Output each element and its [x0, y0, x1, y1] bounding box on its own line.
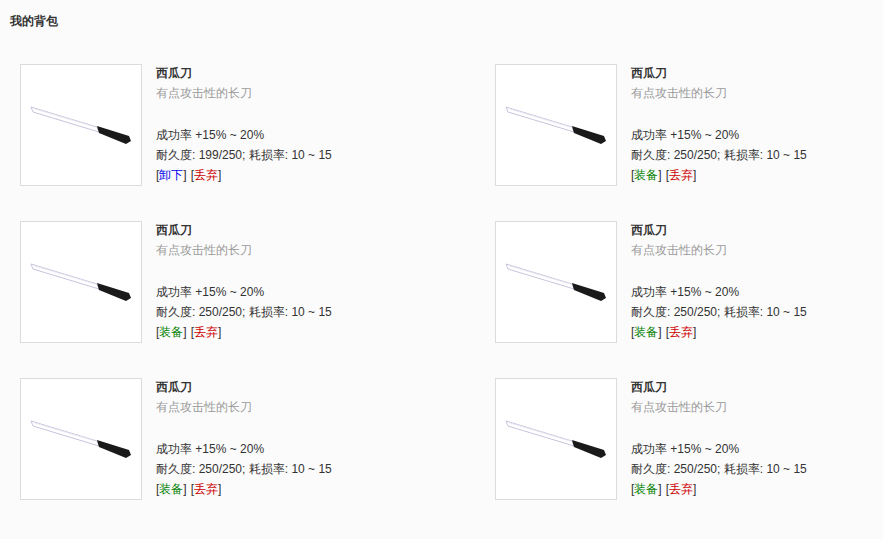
action-link[interactable]: [丢弃]	[191, 165, 222, 185]
item-stats: 成功率 +15% ~ 20%耐久度: 250/250; 耗损率: 10 ~ 15	[631, 282, 807, 322]
item-description: 有点攻击性的长刀	[631, 240, 807, 260]
item-stat: 成功率 +15% ~ 20%	[631, 125, 807, 145]
action-link[interactable]: [装备]	[631, 479, 662, 499]
item-description: 有点攻击性的长刀	[156, 397, 332, 417]
action-link[interactable]: [丢弃]	[191, 479, 222, 499]
action-link[interactable]: [装备]	[156, 322, 187, 342]
item-image	[20, 221, 142, 343]
item-stat: 耐久度: 250/250; 耗损率: 10 ~ 15	[156, 459, 332, 479]
page-title: 我的背包	[10, 13, 873, 29]
item-stat: 成功率 +15% ~ 20%	[631, 282, 807, 302]
item-card: 西瓜刀有点攻击性的长刀成功率 +15% ~ 20%耐久度: 250/250; 耗…	[495, 64, 873, 186]
item-name: 西瓜刀	[156, 220, 332, 240]
item-stats: 成功率 +15% ~ 20%耐久度: 250/250; 耗损率: 10 ~ 15	[631, 125, 807, 165]
item-stats: 成功率 +15% ~ 20%耐久度: 250/250; 耗损率: 10 ~ 15	[156, 439, 332, 479]
item-name: 西瓜刀	[631, 63, 807, 83]
action-link[interactable]: [卸下]	[156, 165, 187, 185]
item-name: 西瓜刀	[631, 220, 807, 240]
item-info: 西瓜刀有点攻击性的长刀成功率 +15% ~ 20%耐久度: 250/250; 耗…	[156, 220, 332, 343]
action-link[interactable]: [丢弃]	[191, 322, 222, 342]
backpack-page: 我的背包西瓜刀有点攻击性的长刀成功率 +15% ~ 20%耐久度: 199/25…	[0, 0, 883, 539]
item-image	[20, 378, 142, 500]
item-stat: 耐久度: 250/250; 耗损率: 10 ~ 15	[631, 145, 807, 165]
item-actions: [装备][丢弃]	[631, 322, 807, 342]
item-image	[495, 221, 617, 343]
action-link[interactable]: [装备]	[631, 322, 662, 342]
item-info: 西瓜刀有点攻击性的长刀成功率 +15% ~ 20%耐久度: 250/250; 耗…	[631, 377, 807, 500]
item-stat: 耐久度: 250/250; 耗损率: 10 ~ 15	[631, 459, 807, 479]
item-actions: [装备][丢弃]	[631, 165, 807, 185]
knife-icon	[21, 65, 141, 185]
item-image	[495, 64, 617, 186]
knife-icon	[21, 222, 141, 342]
item-info: 西瓜刀有点攻击性的长刀成功率 +15% ~ 20%耐久度: 250/250; 耗…	[631, 220, 807, 343]
action-link[interactable]: [装备]	[631, 165, 662, 185]
item-description: 有点攻击性的长刀	[156, 240, 332, 260]
item-stat: 成功率 +15% ~ 20%	[631, 439, 807, 459]
knife-icon	[496, 65, 616, 185]
item-card: 西瓜刀有点攻击性的长刀成功率 +15% ~ 20%耐久度: 250/250; 耗…	[495, 378, 873, 500]
item-stat: 耐久度: 250/250; 耗损率: 10 ~ 15	[631, 302, 807, 322]
item-card: 西瓜刀有点攻击性的长刀成功率 +15% ~ 20%耐久度: 250/250; 耗…	[20, 378, 495, 500]
item-card: 西瓜刀有点攻击性的长刀成功率 +15% ~ 20%耐久度: 199/250; 耗…	[20, 64, 495, 186]
action-link[interactable]: [丢弃]	[666, 165, 697, 185]
item-description: 有点攻击性的长刀	[156, 83, 332, 103]
item-info: 西瓜刀有点攻击性的长刀成功率 +15% ~ 20%耐久度: 250/250; 耗…	[631, 63, 807, 186]
item-card: 西瓜刀有点攻击性的长刀成功率 +15% ~ 20%耐久度: 250/250; 耗…	[495, 221, 873, 343]
item-actions: [装备][丢弃]	[156, 322, 332, 342]
item-name: 西瓜刀	[631, 377, 807, 397]
item-stat: 耐久度: 199/250; 耗损率: 10 ~ 15	[156, 145, 332, 165]
knife-icon	[496, 379, 616, 499]
item-stats: 成功率 +15% ~ 20%耐久度: 199/250; 耗损率: 10 ~ 15	[156, 125, 332, 165]
item-actions: [卸下][丢弃]	[156, 165, 332, 185]
item-name: 西瓜刀	[156, 377, 332, 397]
item-stats: 成功率 +15% ~ 20%耐久度: 250/250; 耗损率: 10 ~ 15	[156, 282, 332, 322]
knife-icon	[21, 379, 141, 499]
item-info: 西瓜刀有点攻击性的长刀成功率 +15% ~ 20%耐久度: 199/250; 耗…	[156, 63, 332, 186]
item-description: 有点攻击性的长刀	[631, 83, 807, 103]
item-name: 西瓜刀	[156, 63, 332, 83]
knife-icon	[496, 222, 616, 342]
item-stat: 成功率 +15% ~ 20%	[156, 439, 332, 459]
item-stat: 耐久度: 250/250; 耗损率: 10 ~ 15	[156, 302, 332, 322]
action-link[interactable]: [丢弃]	[666, 479, 697, 499]
action-link[interactable]: [装备]	[156, 479, 187, 499]
item-image	[20, 64, 142, 186]
item-description: 有点攻击性的长刀	[631, 397, 807, 417]
item-grid: 西瓜刀有点攻击性的长刀成功率 +15% ~ 20%耐久度: 199/250; 耗…	[10, 64, 873, 500]
action-link[interactable]: [丢弃]	[666, 322, 697, 342]
item-stat: 成功率 +15% ~ 20%	[156, 282, 332, 302]
item-stat: 成功率 +15% ~ 20%	[156, 125, 332, 145]
item-info: 西瓜刀有点攻击性的长刀成功率 +15% ~ 20%耐久度: 250/250; 耗…	[156, 377, 332, 500]
item-image	[495, 378, 617, 500]
item-stats: 成功率 +15% ~ 20%耐久度: 250/250; 耗损率: 10 ~ 15	[631, 439, 807, 479]
item-actions: [装备][丢弃]	[156, 479, 332, 499]
item-actions: [装备][丢弃]	[631, 479, 807, 499]
item-card: 西瓜刀有点攻击性的长刀成功率 +15% ~ 20%耐久度: 250/250; 耗…	[20, 221, 495, 343]
